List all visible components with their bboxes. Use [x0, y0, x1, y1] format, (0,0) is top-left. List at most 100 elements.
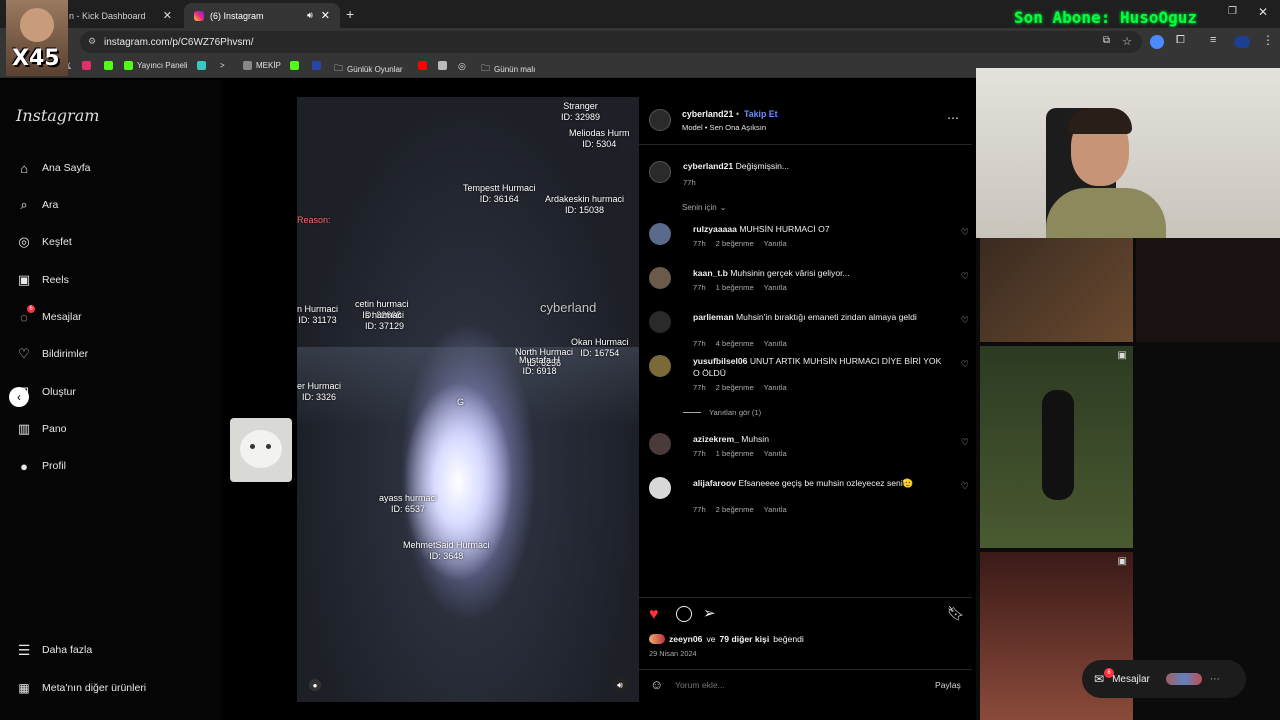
likes-summary[interactable]: zeeyn06 ve 79 diğer kişi beğendi — [649, 634, 804, 644]
profile-avatar[interactable] — [1234, 36, 1250, 48]
caption-avatar[interactable] — [649, 161, 671, 183]
comment-like-heart-icon[interactable]: ♡ — [961, 437, 969, 448]
commenter-avatar[interactable] — [649, 223, 671, 245]
site-info-icon[interactable]: ⚙ — [88, 36, 96, 47]
bookmark-gunluk-oyunlar[interactable]: 🗀 Günlük Oyunlar — [334, 61, 403, 77]
comment-username[interactable]: parlieman — [693, 312, 734, 322]
comment-input[interactable] — [675, 677, 915, 693]
bookmark-instagram[interactable] — [82, 61, 91, 70]
reply-button[interactable]: Yanıtla — [764, 339, 787, 348]
feed-thumbnail[interactable] — [980, 238, 1133, 342]
nav-item-explore[interactable]: ◎ Keşfet — [16, 234, 71, 250]
nav-item-reels[interactable]: ▣ Reels — [16, 272, 69, 288]
restore-window-icon[interactable]: ❐ — [1228, 6, 1237, 17]
comment-username[interactable]: rulzyaaaaa — [693, 224, 737, 234]
reply-button[interactable]: Yanıtla — [764, 239, 787, 248]
tab-instagram[interactable]: (6) Instagram 🔊︎ ✕ — [184, 3, 340, 28]
bookmark-gallery[interactable] — [438, 61, 447, 70]
close-tab-icon[interactable]: ✕ — [321, 9, 330, 22]
bookmark-globe[interactable]: ◎ — [458, 61, 466, 72]
nav-item-messages[interactable]: ◌ 6 Mesajlar — [16, 305, 82, 325]
reels-icon: ▣ — [17, 272, 31, 287]
reply-button[interactable]: Yanıtla — [764, 505, 787, 514]
comment-username[interactable]: alijafaroov — [693, 478, 736, 488]
speaker-icon[interactable]: 🔊︎ — [307, 10, 313, 21]
comment-likes[interactable]: 2 beğenme — [716, 505, 754, 514]
nav-item-dashboard[interactable]: ▥ Pano — [16, 421, 67, 437]
nav-item-heart[interactable]: ♡ Bildirimler — [16, 346, 88, 362]
comment-like-heart-icon[interactable]: ♡ — [961, 227, 969, 238]
nav-item-profile[interactable]: ● Profil — [16, 458, 66, 474]
comment-likes[interactable]: 1 beğenme — [716, 449, 754, 458]
feed-thumbnail[interactable] — [1136, 238, 1280, 342]
commenter-avatar[interactable] — [649, 433, 671, 455]
comment-like-heart-icon[interactable]: ♡ — [961, 481, 969, 492]
previous-post-button[interactable]: ‹ — [9, 387, 29, 407]
separator-dot: • — [736, 109, 740, 119]
comment-likes[interactable]: 1 beğenme — [716, 283, 754, 292]
more-menu[interactable]: ☰ Daha fazla — [16, 642, 92, 658]
emoji-icon[interactable]: ☺ — [650, 677, 663, 692]
comment-like-heart-icon[interactable]: ♡ — [961, 359, 969, 370]
media-controls-icon[interactable]: ≡ — [1210, 34, 1216, 46]
follow-button[interactable]: Takip Et — [744, 109, 778, 119]
liked-by-user[interactable]: zeeyn06 — [669, 634, 702, 644]
menu-kebab-icon[interactable]: ⋮ — [1262, 33, 1274, 47]
commenter-avatar[interactable] — [649, 311, 671, 333]
bookmark-blue[interactable] — [312, 61, 321, 70]
volume-icon[interactable]: 🔊︎ — [612, 677, 628, 693]
comment-like-heart-icon[interactable]: ♡ — [961, 271, 969, 282]
bookmark-mekip[interactable]: MEKİP — [243, 61, 281, 70]
like-heart-icon[interactable]: ♥ — [649, 606, 659, 624]
commenter-avatar[interactable] — [649, 267, 671, 289]
share-icon[interactable]: ➢ — [703, 604, 716, 622]
reply-button[interactable]: Yanıtla — [764, 383, 787, 392]
comment-username[interactable]: azizekrem_ — [693, 434, 739, 444]
reply-button[interactable]: Yanıtla — [764, 449, 787, 458]
comment-likes[interactable]: 2 beğenme — [716, 383, 754, 392]
bookmark-label: Yayıncı Paneli — [137, 61, 188, 70]
commenter-avatar[interactable] — [649, 477, 671, 499]
close-tab-icon[interactable]: ✕ — [163, 9, 172, 22]
comment-likes[interactable]: 4 beğenme — [716, 339, 754, 348]
instagram-logo[interactable]: Instagram — [16, 106, 99, 125]
view-replies-button[interactable]: Yanıtları gör (1) — [683, 408, 761, 417]
divider — [639, 669, 972, 670]
liked-by-others[interactable]: 79 diğer kişi — [720, 634, 770, 644]
feed-thumbnail[interactable]: ▣ — [980, 346, 1133, 548]
reply-button[interactable]: Yanıtla — [764, 283, 787, 292]
nav-item-home[interactable]: ⌂ Ana Sayfa — [16, 160, 90, 176]
bookmark-play[interactable]: > — [220, 61, 225, 70]
tagged-user-icon[interactable]: ● — [309, 679, 321, 691]
url-field[interactable]: ⚙ instagram.com/p/C6WZ76Phvsm/ ☆ ⧉ — [80, 31, 1142, 53]
install-app-icon[interactable]: ⧉ — [1103, 35, 1110, 46]
bookmark-yayinci-paneli[interactable]: Yayıncı Paneli — [124, 61, 188, 70]
save-bookmark-icon[interactable]: 🔖︎ — [947, 605, 965, 622]
extension-icon[interactable] — [1150, 35, 1164, 49]
post-comment-button[interactable]: Paylaş — [935, 680, 961, 690]
puzzle-extensions-icon[interactable]: ⧠ — [1176, 34, 1185, 47]
author-avatar[interactable] — [649, 109, 671, 131]
close-window-icon[interactable]: ✕ — [1258, 5, 1268, 19]
comment-likes[interactable]: 2 beğenme — [716, 239, 754, 248]
bookmark-kick[interactable] — [104, 61, 113, 70]
messages-widget[interactable]: ✉ 6 Mesajlar ⋯ — [1082, 660, 1246, 698]
bookmark-star-icon[interactable]: ☆ — [1122, 35, 1132, 48]
author-username[interactable]: cyberland21 — [682, 109, 733, 119]
comment-username[interactable]: yusufbilsel06 — [693, 356, 747, 366]
meta-products[interactable]: ▦ Meta'nın diğer ürünleri — [16, 680, 146, 696]
post-video[interactable]: Stranger ID: 32989 Meliodas Hurm ID: 5304… — [297, 97, 639, 702]
bookmark-app[interactable] — [197, 61, 206, 70]
caption-author[interactable]: cyberland21 — [683, 161, 733, 171]
comment-icon[interactable] — [676, 606, 692, 622]
bookmark-kick-2[interactable] — [290, 61, 299, 70]
bookmark-gunun-mali[interactable]: 🗀 Günün malı — [481, 61, 535, 77]
more-options-icon[interactable]: ⋯ — [947, 111, 959, 125]
new-tab-button[interactable]: + — [346, 6, 354, 22]
comment-sort-dropdown[interactable]: Senin için ⌄ — [682, 203, 726, 212]
commenter-avatar[interactable] — [649, 355, 671, 377]
nav-item-search[interactable]: ⌕ Ara — [16, 197, 58, 213]
comment-username[interactable]: kaan_t.b — [693, 268, 728, 278]
bookmark-youtube[interactable] — [418, 61, 427, 70]
comment-like-heart-icon[interactable]: ♡ — [961, 315, 969, 326]
